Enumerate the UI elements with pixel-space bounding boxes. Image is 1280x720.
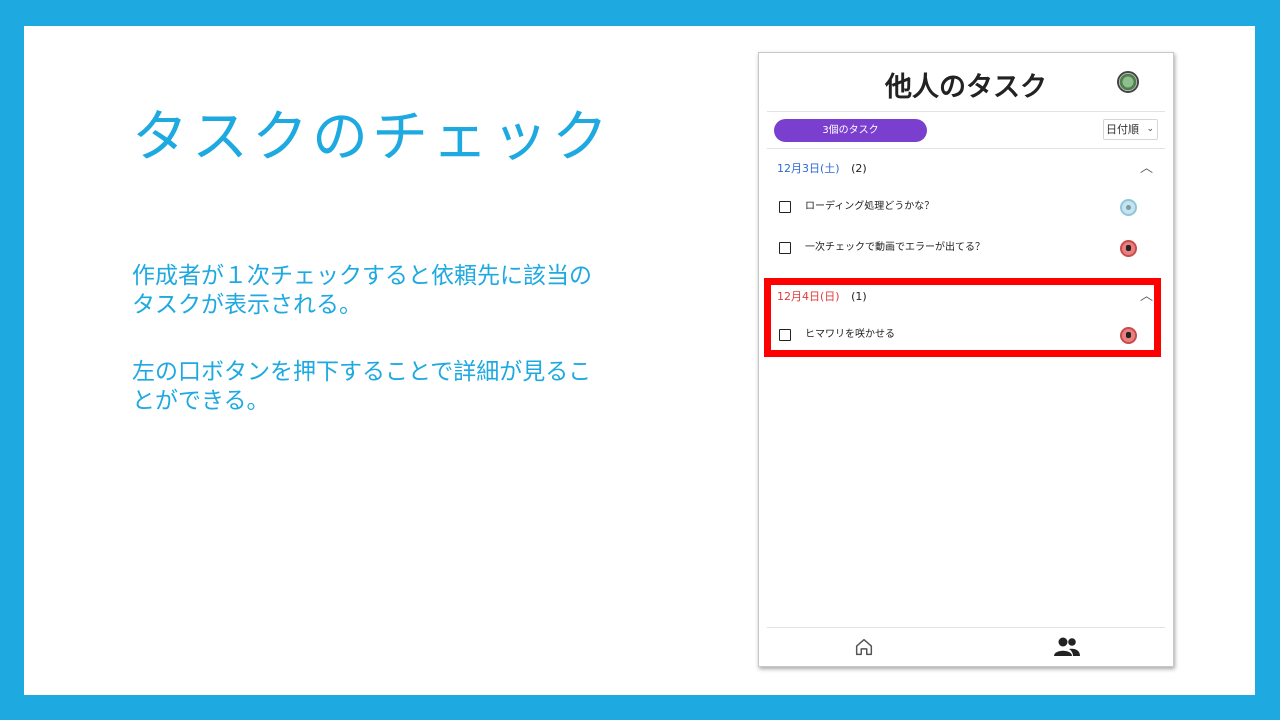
- slide-title: タスクのチェック: [132, 105, 612, 170]
- slide: タスクのチェック 作成者が１次チェックすると依頼先に該当のタスクが表示される。 …: [24, 26, 1255, 695]
- divider: [767, 627, 1165, 628]
- divider: [767, 148, 1165, 149]
- app-screenshot: 他人のタスク 3個のタスク 日付順 ⌄ 12月3日(土) (2) ︿ ローディン…: [758, 52, 1174, 667]
- checkbox-icon[interactable]: [779, 242, 791, 254]
- avatar-icon[interactable]: [1117, 71, 1139, 93]
- chevron-down-icon: ⌄: [1146, 124, 1154, 134]
- date-label: 12月3日(土): [777, 162, 840, 175]
- divider: [767, 111, 1165, 112]
- app-title: 他人のタスク: [885, 72, 1047, 103]
- highlight-box: [764, 278, 1161, 357]
- date-task-count: (2): [851, 162, 867, 175]
- task-row[interactable]: ローディング処理どうかな？: [779, 197, 1147, 217]
- assignee-avatar-icon: [1120, 199, 1137, 216]
- slide-description-1: 作成者が１次チェックすると依頼先に該当のタスクが表示される。: [132, 263, 592, 318]
- slide-description-2: 左の口ボタンを押下することで詳細が見ることができる。: [132, 359, 592, 414]
- home-icon[interactable]: [853, 636, 875, 658]
- task-row[interactable]: 一次チェックで動画でエラーが出てる？: [779, 238, 1147, 258]
- checkbox-icon[interactable]: [779, 201, 791, 213]
- date-group-header[interactable]: 12月3日(土) (2) ︿: [777, 159, 1157, 179]
- task-count-badge: 3個のタスク: [774, 119, 927, 142]
- sort-select-label: 日付順: [1106, 123, 1139, 136]
- people-icon[interactable]: [1052, 636, 1082, 658]
- assignee-avatar-icon: [1120, 240, 1137, 257]
- sort-select[interactable]: 日付順 ⌄: [1103, 119, 1158, 140]
- task-title: 一次チェックで動画でエラーが出てる？: [805, 242, 985, 253]
- chevron-up-icon[interactable]: ︿: [1140, 159, 1153, 179]
- task-title: ローディング処理どうかな？: [805, 201, 935, 212]
